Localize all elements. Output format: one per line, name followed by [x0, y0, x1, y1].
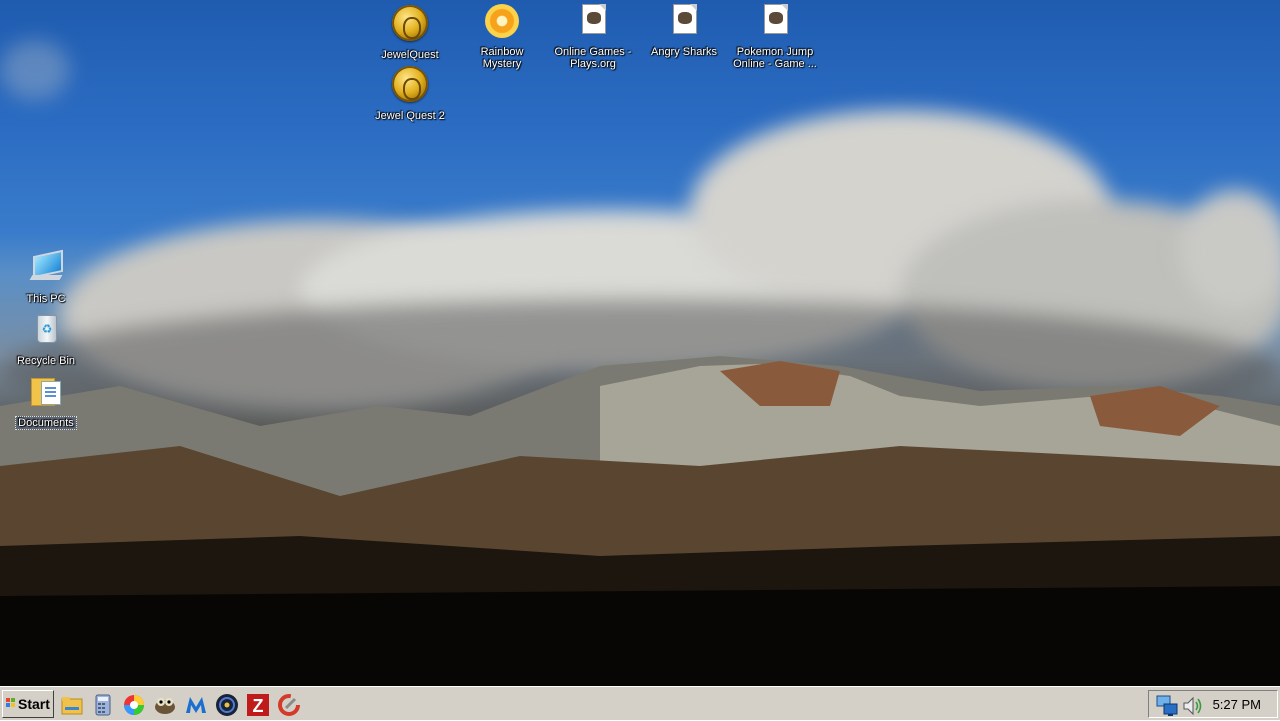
- desktop-icon-label: JewelQuest: [381, 49, 439, 61]
- desktop-icon-online-games[interactable]: Online Games - Plays.org: [549, 2, 637, 70]
- wallpaper-cloud: [1180, 190, 1280, 310]
- desktop-icon-rainbow-mystery[interactable]: Rainbow Mystery: [458, 2, 546, 70]
- volume-icon[interactable]: [1181, 694, 1205, 718]
- taskbar-clock[interactable]: 5:27 PM: [1213, 697, 1261, 712]
- jewel-quest-coin-icon: [389, 66, 431, 108]
- start-button[interactable]: Start: [2, 690, 54, 718]
- dark-app-icon[interactable]: [215, 693, 239, 717]
- network-icon[interactable]: [1155, 694, 1179, 718]
- web-shortcut-icon: [754, 2, 796, 44]
- desktop-icon-label: This PC: [26, 293, 66, 305]
- rainbow-mystery-sun-icon: [481, 2, 523, 44]
- calculator-icon[interactable]: [91, 693, 115, 717]
- wallpaper-mountains: [0, 356, 1280, 686]
- desktop-icon-angry-sharks[interactable]: Angry Sharks: [640, 2, 728, 58]
- system-tray: 5:27 PM: [1148, 690, 1278, 718]
- web-shortcut-icon: [663, 2, 705, 44]
- desktop-icon-label: Pokemon Jump Online - Game ...: [733, 46, 817, 70]
- file-explorer-icon[interactable]: [60, 693, 84, 717]
- filezilla-icon[interactable]: Z: [246, 693, 270, 717]
- start-label: Start: [18, 696, 50, 712]
- desktop-icon-recycle-bin[interactable]: ♻ Recycle Bin: [2, 311, 90, 367]
- jewel-quest-coin-icon: [389, 5, 431, 47]
- computer-icon: [25, 249, 67, 291]
- desktop-icon-this-pc[interactable]: This PC: [2, 249, 90, 305]
- svg-text:Z: Z: [253, 696, 264, 716]
- desktop-icon-label: Online Games - Plays.org: [554, 46, 632, 70]
- desktop-icon-label: Angry Sharks: [650, 46, 718, 58]
- desktop-icon-label: Documents: [15, 416, 77, 430]
- recycle-bin-icon: ♻: [25, 311, 67, 353]
- desktop-icon-jewel-quest-2[interactable]: Jewel Quest 2: [366, 63, 454, 122]
- desktop-icon-label: Rainbow Mystery: [480, 46, 524, 70]
- color-wheel-icon[interactable]: [122, 693, 146, 717]
- desktop-icon-jewelquest[interactable]: JewelQuest: [366, 2, 454, 61]
- taskbar: Start Z 5:27 PM: [0, 686, 1280, 720]
- web-shortcut-icon: [572, 2, 614, 44]
- desktop-icon-pokemon-jump[interactable]: Pokemon Jump Online - Game ...: [731, 2, 819, 70]
- desktop-icon-documents[interactable]: Documents: [2, 372, 90, 430]
- ccleaner-icon[interactable]: [277, 693, 301, 717]
- malwarebytes-icon[interactable]: [184, 693, 208, 717]
- desktop-wallpaper: [0, 0, 1280, 686]
- game-shortcut-icon[interactable]: [153, 693, 177, 717]
- desktop-icon-label: Recycle Bin: [16, 355, 76, 367]
- documents-folder-icon: [25, 372, 67, 414]
- wallpaper-cloud: [0, 40, 70, 100]
- desktop-icon-label: Jewel Quest 2: [375, 110, 445, 122]
- windows-logo-icon: [6, 698, 16, 708]
